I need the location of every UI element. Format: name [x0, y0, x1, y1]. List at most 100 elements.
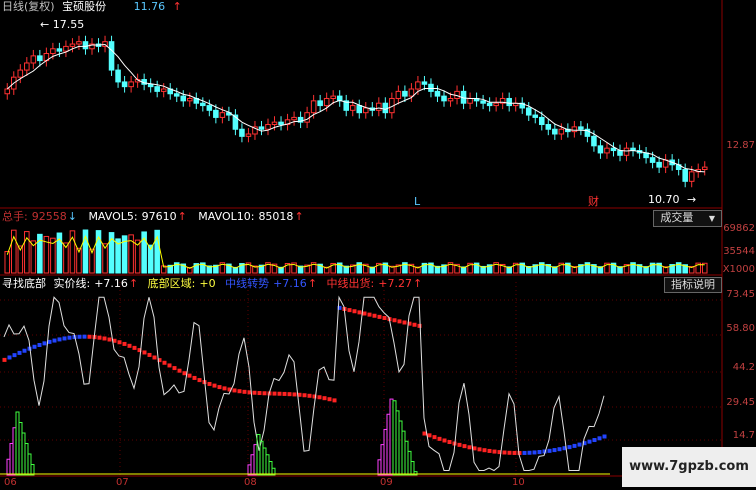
trend-dot	[7, 355, 12, 360]
x-axis-label: 07	[116, 477, 129, 488]
candle-body	[701, 166, 708, 170]
trend-dot	[197, 378, 202, 383]
candle-body	[395, 90, 402, 99]
candle-body	[160, 88, 167, 92]
mavol5-label: MAVOL5:	[88, 210, 138, 223]
trend-dot	[357, 310, 362, 315]
trend-dot	[467, 445, 472, 450]
trend-dot	[272, 391, 277, 396]
indicator-dropdown[interactable]: 成交量 ▼	[653, 210, 722, 227]
trend-dot	[382, 316, 387, 320]
trend-dot	[262, 391, 267, 396]
trend-dot	[277, 391, 282, 396]
line3-label: 中线转势	[225, 277, 270, 290]
trend-dot	[587, 439, 592, 444]
trend-dot	[507, 450, 512, 455]
candle-body	[330, 95, 336, 99]
candle-body	[349, 105, 356, 111]
trend-dot	[97, 335, 102, 340]
trend-dot	[2, 357, 7, 362]
trend-dot	[412, 322, 417, 327]
marker-finance[interactable]: 财	[588, 195, 599, 209]
trend-dot	[427, 433, 432, 438]
volume-axis-label: X1000	[722, 264, 755, 275]
trend-dot	[517, 451, 522, 456]
candle-body	[538, 116, 545, 126]
up-arrow-icon: ↑	[307, 277, 318, 290]
candle-body	[506, 97, 512, 107]
line1-label: 实价线:	[53, 277, 91, 290]
trend-dot	[292, 392, 297, 397]
candle-body	[493, 102, 499, 107]
price-axis-label: 12.87	[726, 140, 755, 151]
chart-canvas[interactable]	[0, 0, 756, 487]
trend-dot	[397, 319, 402, 324]
candle-body	[173, 93, 180, 97]
trend-dot	[377, 314, 382, 319]
trend-dot	[77, 334, 82, 339]
volume-header: 总手: 92558↓ MAVOL5: 97610↑ MAVOL10: 85018↑	[2, 210, 308, 224]
indicator-axis-label: 29.45	[726, 397, 755, 408]
candle-body	[421, 81, 428, 85]
trend-dot	[367, 312, 372, 317]
candle-body	[362, 107, 369, 114]
candle-body	[213, 109, 219, 118]
indicator-axis-label: 73.45	[726, 289, 755, 300]
candle-body	[408, 88, 415, 97]
watermark: www.7gpzb.com	[622, 447, 756, 487]
candle-body	[128, 81, 134, 88]
candle-body	[271, 121, 278, 126]
candle-body	[617, 150, 623, 156]
x-axis-label: 06	[4, 477, 17, 488]
main-header: 日线(复权) 宝硕股份 11.76 ↑	[2, 0, 186, 14]
candle-body	[17, 69, 24, 78]
trend-dot	[187, 373, 192, 378]
trend-dot	[487, 448, 492, 453]
indicator-help-button[interactable]: 指标说明	[664, 277, 722, 293]
up-arrow-icon: ↑	[128, 277, 139, 290]
trend-dot	[117, 340, 122, 345]
trend-dot	[132, 345, 137, 350]
trend-dot	[572, 443, 577, 448]
candle-body	[447, 97, 454, 102]
candle-body	[258, 126, 265, 130]
trend-dot	[127, 343, 132, 348]
candle-body	[578, 126, 584, 130]
candle-body	[434, 90, 441, 97]
trend-dot	[352, 309, 357, 314]
trend-dot	[17, 350, 22, 355]
trend-dot	[492, 449, 497, 454]
candle-body	[76, 41, 82, 45]
candle-body	[63, 45, 69, 52]
candle-body	[115, 69, 121, 83]
trend-dot	[37, 342, 42, 347]
trend-dot	[602, 434, 607, 439]
trend-dot	[32, 344, 37, 349]
candle-body	[239, 128, 245, 137]
candle-body	[186, 97, 193, 102]
candle-body	[649, 157, 656, 163]
indicator-axis-label: 58.80	[726, 323, 755, 334]
up-arrow-icon: ↑	[177, 210, 187, 223]
trend-dot	[102, 336, 107, 341]
candle-body	[30, 55, 37, 64]
x-axis-label: 08	[244, 477, 257, 488]
period-label[interactable]: 日线(复权)	[2, 0, 55, 13]
trend-dot	[57, 337, 62, 342]
stock-chart-window[interactable]: 日线(复权) 宝硕股份 11.76 ↑ 总手: 92558↓ MAVOL5: 976…	[0, 0, 756, 488]
trend-dot	[537, 450, 542, 455]
candle-body	[623, 147, 630, 156]
trend-dot	[167, 363, 172, 368]
candle-body	[441, 95, 447, 102]
trend-dot	[322, 396, 327, 401]
indicator-header: 寻找底部 实价线: +7.16↑ 底部区域: +0 中线转势 +7.16↑ 中线出货:…	[2, 277, 426, 291]
candle-body	[402, 90, 408, 97]
line1-value: +7.16	[94, 277, 128, 290]
candle-body	[206, 105, 213, 111]
trend-dot	[232, 388, 237, 393]
candle-body	[4, 88, 11, 95]
chevron-down-icon: ▼	[708, 214, 715, 223]
trend-dot	[162, 360, 167, 365]
trend-dot	[547, 448, 552, 453]
trend-dot	[567, 445, 572, 450]
